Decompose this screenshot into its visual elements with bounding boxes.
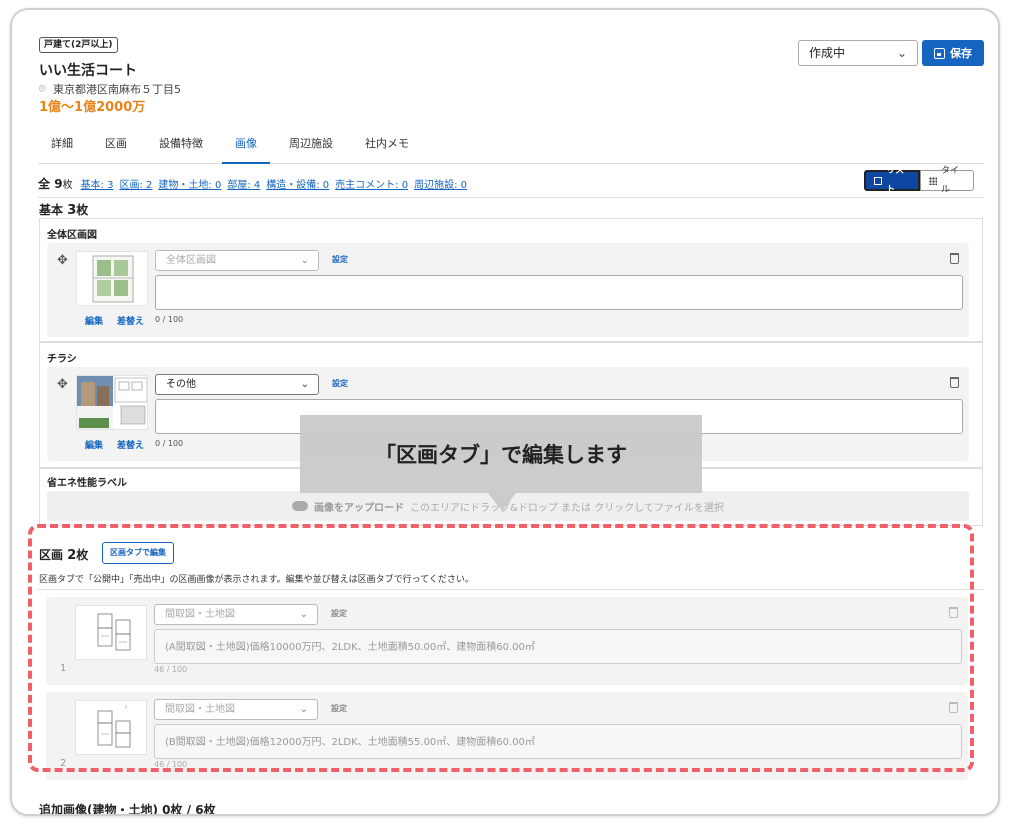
cloud-upload-icon (292, 501, 309, 511)
property-type-badge: 戸建て(2戸以上) (39, 37, 118, 53)
set-link[interactable]: 設定 (332, 378, 348, 389)
chevron-down-icon: ⌄ (896, 46, 907, 60)
count-link-basic[interactable]: 基本: 3 (81, 176, 114, 191)
chevron-down-icon: ⌄ (300, 379, 309, 390)
image-comment-input[interactable] (155, 275, 963, 310)
count-link-surroundings[interactable]: 周辺施設: 0 (414, 176, 467, 191)
flyer-image (77, 376, 147, 429)
tab-bar: 詳細 区画 設備特徴 画像 周辺施設 社内メモ (38, 128, 984, 164)
site-plan-image (92, 255, 134, 303)
set-link[interactable]: 設定 (332, 254, 348, 265)
edit-link[interactable]: 編集 (85, 438, 103, 451)
count-link-structure[interactable]: 構造・設備: 0 (266, 176, 329, 191)
tab-images[interactable]: 画像 (222, 128, 270, 164)
location-pin-icon: ⌾ (39, 82, 46, 95)
group-label: 全体区画図 (47, 230, 97, 241)
price: 1億〜1億2000万 (39, 100, 146, 115)
save-label: 保存 (950, 47, 972, 60)
save-button[interactable]: 保存 (922, 40, 984, 66)
callout-tooltip: 「区画タブ」で編集します (300, 415, 702, 511)
image-category-select[interactable]: その他 ⌄ (155, 374, 319, 395)
replace-link[interactable]: 差替え (117, 438, 144, 451)
tile-view-button[interactable]: タイル (920, 166, 974, 195)
count-link-seller-comment[interactable]: 売主コメント: 0 (335, 176, 408, 191)
image-category-select[interactable]: 全体区画図 ⌄ (155, 250, 319, 271)
page-title: いい生活コート (39, 63, 137, 79)
trash-icon[interactable] (950, 253, 959, 264)
image-group-layout: 全体区画図 ✥ 全体区画図 ⌄ 設定 編集 差替え 0 / 100 (39, 218, 983, 342)
count-link-kukaku[interactable]: 区画: 2 (119, 176, 152, 191)
tab-equipment[interactable]: 設備特徴 (146, 128, 216, 164)
image-thumbnail[interactable] (76, 251, 148, 306)
group-label: チラシ (47, 354, 77, 365)
count-link-building[interactable]: 建物・土地: 0 (158, 176, 221, 191)
view-toggle: リスト タイル (864, 166, 974, 195)
address: ⌾ 東京都港区南麻布５丁目5 (39, 81, 181, 97)
divider (38, 197, 984, 198)
upload-label: 画像をアップロード (314, 502, 405, 514)
upload-hint: このエリアにドラッグ&ドロップ または クリックしてファイルを選択 (410, 502, 724, 514)
status-value: 作成中 (809, 46, 846, 60)
edit-link[interactable]: 編集 (85, 314, 103, 327)
tab-surroundings[interactable]: 周辺施設 (276, 128, 346, 164)
basic-section-title: 基本 3枚 (39, 203, 89, 218)
chevron-down-icon: ⌄ (300, 255, 309, 266)
replace-link[interactable]: 差替え (117, 314, 144, 327)
highlight-dashed-border (28, 524, 974, 772)
total-count: 全 9枚 (38, 176, 73, 191)
status-select[interactable]: 作成中 ⌄ (798, 40, 918, 66)
list-icon (874, 176, 883, 185)
address-text: 東京都港区南麻布５丁目5 (53, 83, 181, 96)
drag-handle-icon[interactable]: ✥ (57, 253, 68, 268)
char-counter: 0 / 100 (155, 315, 184, 324)
save-icon (934, 47, 945, 59)
trash-icon[interactable] (950, 377, 959, 388)
count-link-room[interactable]: 部屋: 4 (227, 176, 260, 191)
tab-detail[interactable]: 詳細 (38, 128, 86, 164)
image-count-bar: 全 9枚 基本: 3 区画: 2 建物・土地: 0 部屋: 4 構造・設備: 0… (38, 171, 984, 195)
image-card: ✥ 全体区画図 ⌄ 設定 編集 差替え 0 / 100 (47, 243, 969, 337)
grid-icon (929, 176, 937, 185)
image-thumbnail[interactable] (76, 375, 148, 430)
additional-images-title: 追加画像(建物・土地) 0枚 / 6枚 (39, 803, 216, 816)
char-counter: 0 / 100 (155, 439, 184, 448)
list-view-button[interactable]: リスト (864, 166, 920, 195)
drag-handle-icon[interactable]: ✥ (57, 377, 68, 392)
group-label: 省エネ性能ラベル (47, 478, 127, 489)
tab-kukaku[interactable]: 区画 (92, 128, 140, 164)
tab-memo[interactable]: 社内メモ (352, 128, 422, 164)
